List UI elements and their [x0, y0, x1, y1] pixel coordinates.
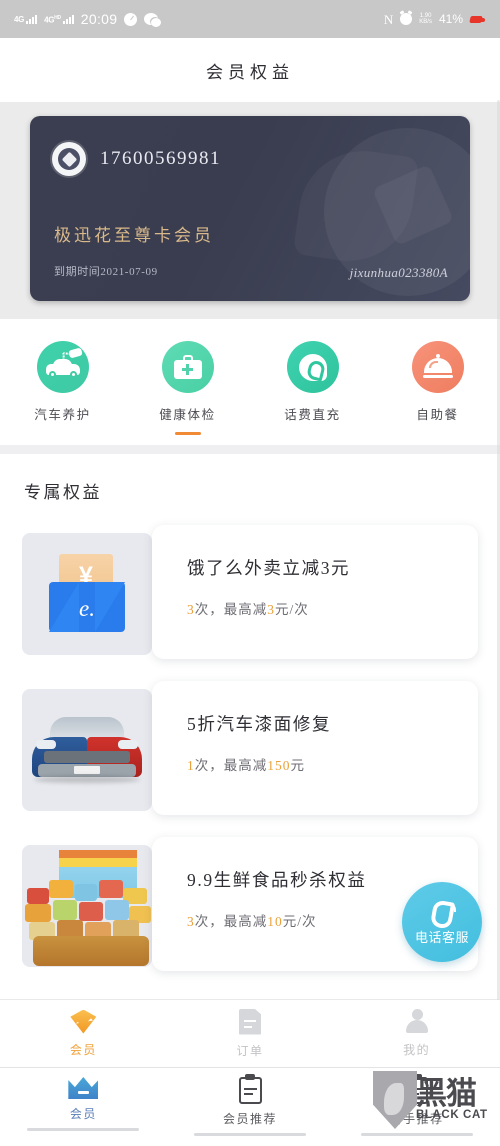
document-icon — [239, 1008, 261, 1035]
signal-bars-2 — [62, 14, 74, 25]
page-header: 会员权益 — [0, 38, 500, 102]
status-bar: 4G 4GHD 20:09 N 1.90 KB/s 41% — [0, 0, 500, 38]
tab-mine[interactable]: 我的 — [333, 1009, 500, 1058]
black-cat-shield-icon — [373, 1071, 417, 1129]
network-type-label-1: 4G — [14, 15, 25, 24]
category-active-indicator — [174, 432, 201, 435]
member-expire-date: 到期时间2021-07-09 — [54, 266, 158, 278]
person-icon — [405, 1009, 429, 1034]
category-label: 自助餐 — [416, 408, 459, 422]
watermark-text: 黑猫 BLACK CAT — [416, 1076, 488, 1121]
benefit-sub-mid: 次，最高减 — [194, 758, 268, 773]
tab-orders[interactable]: 订单 — [167, 1008, 334, 1059]
compass-icon — [124, 12, 138, 26]
signal-indicator-2: 4GHD — [44, 14, 74, 25]
battery-percent-label: 41% — [438, 12, 463, 26]
category-item-car-care[interactable]: 汽车养护 — [0, 341, 125, 437]
food-cloche-icon — [411, 341, 464, 393]
benefit-sub-tail: 元/次 — [275, 602, 309, 617]
car-paint-repair-icon — [22, 689, 152, 811]
sysnav-label: 会员推荐 — [223, 1112, 278, 1126]
network-type-label-2: 4GHD — [44, 14, 61, 25]
nfc-icon: N — [383, 11, 394, 27]
battery-charging-icon — [470, 15, 486, 24]
list-item[interactable]: 5折汽车漆面修复 1次，最高减150元 — [0, 677, 500, 825]
sysnav-underline — [194, 1133, 306, 1136]
status-bar-right: N 1.90 KB/s 41% — [384, 12, 486, 26]
benefit-count: 1 — [187, 758, 195, 773]
category-row: 汽车养护 健康体检 话费直充 自助餐 — [0, 341, 500, 437]
app-tab-bar: 会员 订单 我的 — [0, 999, 500, 1067]
benefit-title: 饿了么外卖立减3元 — [187, 558, 351, 578]
watermark-cn-label: 黑猫 — [416, 1076, 477, 1111]
eleme-envelope-icon: ¥ e. — [22, 533, 152, 655]
member-card[interactable]: 17600569981 极迅花至尊卡会员 到期时间2021-07-09 jixu… — [30, 116, 470, 301]
benefit-sub-tail: 元/次 — [282, 914, 317, 929]
member-serial-number: jixunhua023380A — [349, 265, 448, 280]
category-label: 汽车养护 — [34, 408, 91, 422]
tab-label: 我的 — [403, 1043, 431, 1057]
tab-member[interactable]: 会员 — [0, 1010, 167, 1058]
clipboard-icon — [238, 1074, 262, 1104]
network-speed-indicator: 1.90 KB/s — [419, 13, 432, 26]
car-wash-icon — [36, 341, 89, 393]
sysnav-item-member-recommend[interactable]: 会员推荐 — [167, 1074, 334, 1136]
watermark-en-label: BLACK CAT — [416, 1109, 488, 1121]
sysnav-item-member[interactable]: 会员 — [0, 1077, 167, 1131]
list-item[interactable]: ¥ e. 饿了么外卖立减3元 3次，最高减3元/次 — [0, 521, 500, 669]
section-divider — [0, 445, 500, 454]
crown-icon — [68, 1077, 98, 1099]
network-speed-unit: KB/s — [419, 19, 432, 25]
benefit-subtitle: 1次，最高减150元 — [187, 754, 478, 774]
alarm-clock-icon — [400, 13, 413, 25]
section-title: 专属权益 — [24, 483, 102, 502]
network-hd-sup: HD — [54, 14, 61, 21]
phone-customer-service-button[interactable]: 电话客服 — [402, 882, 482, 962]
tab-label: 订单 — [236, 1043, 264, 1058]
network-speed-value: 1.90 — [419, 12, 432, 19]
benefit-amount: 150 — [267, 758, 291, 773]
member-level-name: 极迅花至尊卡会员 — [54, 226, 214, 245]
member-phone: 17600569981 — [100, 148, 221, 169]
category-label: 话费直充 — [284, 408, 341, 422]
signal-indicator-1: 4G — [14, 14, 38, 24]
diamond-icon — [70, 1010, 96, 1034]
category-section: 汽车养护 健康体检 话费直充 自助餐 — [0, 319, 500, 445]
signal-bars-1 — [26, 14, 38, 24]
page-title: 会员权益 — [206, 62, 294, 82]
category-item-buffet[interactable]: 自助餐 — [375, 341, 500, 437]
snack-assortment-icon — [22, 845, 152, 967]
category-label: 健康体检 — [159, 408, 216, 422]
member-card-header: 17600569981 — [30, 116, 470, 176]
benefit-subtitle: 3次，最高减3元/次 — [187, 598, 478, 618]
medical-kit-icon — [161, 341, 214, 393]
sysnav-underline — [27, 1128, 140, 1131]
benefit-count: 3 — [187, 914, 195, 929]
benefit-amount: 3 — [267, 602, 275, 617]
benefit-card[interactable]: 5折汽车漆面修复 1次，最高减150元 — [152, 681, 478, 815]
tab-label: 会员 — [69, 1042, 97, 1057]
benefit-title: 5折汽车漆面修复 — [187, 714, 332, 734]
benefit-count: 3 — [187, 602, 195, 617]
category-item-phone-recharge[interactable]: 话费直充 — [250, 341, 375, 437]
status-bar-left: 4G 4GHD 20:09 — [14, 11, 162, 27]
category-item-health-checkup[interactable]: 健康体检 — [125, 341, 250, 437]
wechat-icon — [144, 13, 162, 27]
phone-bubble-icon — [286, 341, 339, 393]
diamond-avatar-icon — [52, 142, 86, 176]
benefit-sub-tail: 元 — [290, 758, 305, 773]
phone-call-icon — [429, 899, 456, 925]
black-cat-watermark: 黑猫 BLACK CAT — [370, 1063, 496, 1137]
member-card-band: 17600569981 极迅花至尊卡会员 到期时间2021-07-09 jixu… — [0, 102, 500, 319]
benefit-sub-mid: 次，最高减 — [194, 914, 268, 929]
benefit-amount: 10 — [267, 914, 283, 929]
benefit-sub-mid: 次，最高减 — [194, 602, 268, 617]
customer-service-label: 电话客服 — [414, 929, 469, 945]
status-bar-clock: 20:09 — [80, 11, 118, 27]
sysnav-label: 会员 — [69, 1107, 97, 1121]
benefit-card[interactable]: 饿了么外卖立减3元 3次，最高减3元/次 — [152, 525, 478, 659]
